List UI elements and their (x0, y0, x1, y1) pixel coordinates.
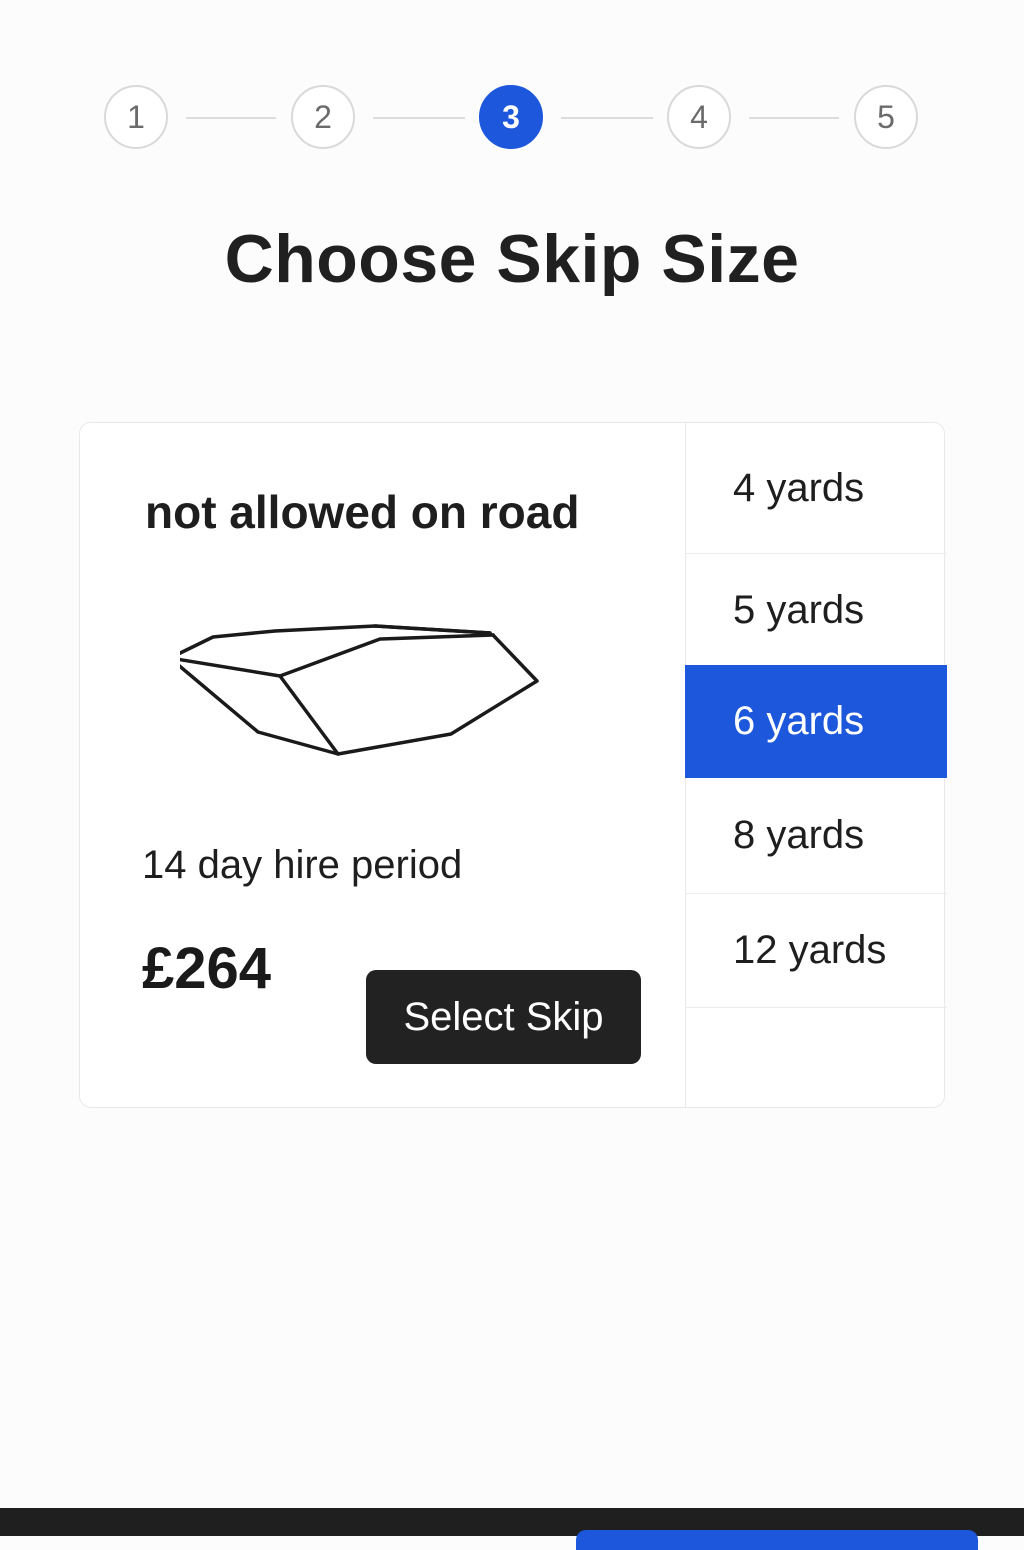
step-connector (561, 117, 653, 119)
step-connector (186, 117, 276, 119)
size-option-6-yards-selected[interactable]: 6 yards (685, 665, 947, 778)
step-connector (749, 117, 839, 119)
size-option-12-yards[interactable]: 12 yards (685, 894, 947, 1008)
skip-container-icon (180, 624, 539, 756)
skip-price: £264 (142, 936, 272, 1001)
step-connector (373, 117, 465, 119)
size-option-8-yards[interactable]: 8 yards (685, 778, 947, 894)
skip-card: not allowed on road 14 day hire period £… (79, 422, 947, 1108)
skip-size-list: 4 yards 5 yards 6 yards 8 yards 12 yards (685, 423, 947, 1107)
continue-button[interactable] (576, 1530, 978, 1550)
size-option-5-yards[interactable]: 5 yards (685, 554, 947, 668)
skip-detail-panel: not allowed on road 14 day hire period £… (80, 423, 686, 1107)
step-4[interactable]: 4 (667, 85, 731, 149)
road-restriction-note: not allowed on road (145, 486, 580, 538)
step-2[interactable]: 2 (291, 85, 355, 149)
select-skip-button[interactable]: Select Skip (366, 970, 641, 1064)
size-option-4-yards[interactable]: 4 yards (685, 423, 947, 554)
progress-stepper: 1 2 3 4 5 (0, 0, 1024, 200)
bottom-action-bar (0, 1508, 1024, 1550)
hire-period: 14 day hire period (142, 843, 463, 887)
page-title: Choose Skip Size (224, 221, 800, 297)
step-5[interactable]: 5 (854, 85, 918, 149)
step-3-current[interactable]: 3 (479, 85, 543, 149)
step-1[interactable]: 1 (104, 85, 168, 149)
